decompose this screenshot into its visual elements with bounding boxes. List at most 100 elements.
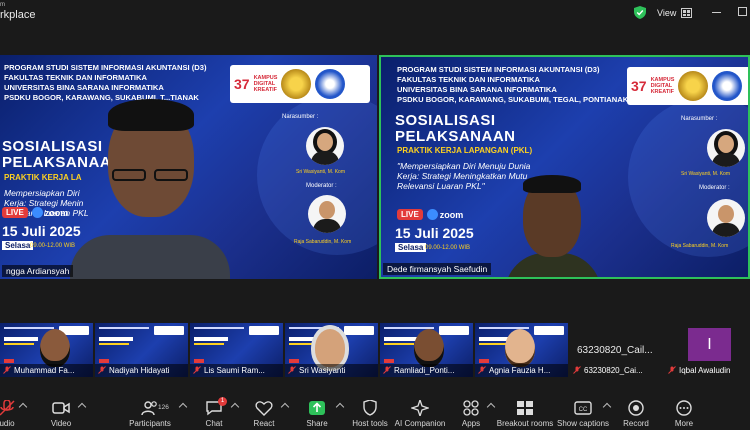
logo-37: 37: [631, 78, 647, 94]
participant-face: [40, 329, 70, 367]
slide-header: PROGRAM STUDI SISTEM INFORMASI AKUNTANSI…: [4, 63, 207, 103]
zoom-text: zoom: [439, 209, 464, 220]
slide-logos: 37 KAMPUS DIGITAL KREATIF: [230, 65, 370, 103]
slide-time: 09.00-12.00 WIB: [425, 245, 471, 251]
seal-logo-icon: [281, 69, 312, 99]
grid-view-icon: [681, 8, 693, 18]
mic-off-icon: [193, 366, 201, 374]
participants-button[interactable]: Participants: [128, 392, 172, 430]
gallery-name: Iqbal Awaludin: [679, 366, 731, 375]
chat-unread-badge: 1: [218, 397, 227, 406]
gallery-thumb[interactable]: Agnia Fauzia H...: [475, 323, 568, 377]
toolbar-label: Show captions: [556, 419, 610, 428]
video-tile-ngga[interactable]: PROGRAM STUDI SISTEM INFORMASI AKUNTANSI…: [0, 55, 377, 279]
participant-nameplate: ngga Ardiansyah: [2, 265, 74, 277]
gallery-big-name: 63230820_Cail...: [577, 345, 653, 356]
gallery-thumb[interactable]: Sri Wasiyanti: [285, 323, 378, 377]
live-badge: LIVE: [397, 209, 423, 220]
slide-header-line: PSDKU BOGOR, KARAWANG, SUKABUMI, TEGAL, …: [397, 95, 629, 104]
participant-face: [414, 329, 444, 367]
breakout-rooms-button[interactable]: Breakout rooms: [496, 392, 554, 430]
gallery-thumb[interactable]: Lis Saumi Ram...: [190, 323, 283, 377]
participant-face: [315, 329, 345, 367]
encryption-shield-icon[interactable]: [634, 6, 646, 19]
zoom-logo: zoom: [31, 207, 69, 218]
toolbar-label: Host tools: [352, 419, 388, 428]
chevron-up-icon[interactable]: [18, 402, 28, 412]
ai-companion-button[interactable]: AI Companion: [394, 392, 446, 430]
chevron-up-icon[interactable]: [178, 402, 188, 412]
mic-off-icon: [383, 366, 391, 374]
toolbar-label: Record: [623, 419, 649, 428]
show-captions-button[interactable]: CC Show captions: [556, 392, 610, 430]
toolbar-label: More: [674, 419, 694, 428]
view-button[interactable]: View: [657, 5, 693, 21]
svg-text:CC: CC: [579, 407, 588, 413]
slide-quote: "Mempersiapkan Diri Menuju Dunia Kerja: …: [397, 161, 530, 191]
maximize-icon[interactable]: [738, 7, 747, 16]
react-button[interactable]: React: [252, 392, 276, 430]
moderator-name: Raja Sabaruddin, M. Kom: [294, 239, 352, 245]
host-tools-button[interactable]: Host tools: [352, 392, 388, 430]
slide-header-line: UNIVERSITAS BINA SARANA INFORMATIKA: [397, 85, 557, 94]
share-icon: [309, 401, 325, 415]
live-zoom-badge: LIVE zoom: [397, 209, 463, 220]
slide-title-line: PELAKSANAAN: [2, 154, 123, 171]
zoom-text: zoom: [44, 207, 69, 218]
mic-off-icon: [3, 366, 11, 374]
minimize-icon[interactable]: [712, 12, 721, 13]
gallery-thumb[interactable]: I Iqbal Awaludin: [665, 323, 750, 377]
share-button[interactable]: Share: [304, 392, 330, 430]
mic-off-icon: [573, 366, 581, 374]
participant-count: 126: [158, 404, 169, 411]
slide-subtitle: PRAKTIK KERJA LAPANGAN (PKL): [397, 146, 533, 155]
moderator-name: Raja Sabaruddin, M. Kom: [671, 243, 729, 249]
toolbar-label: AI Companion: [394, 419, 446, 428]
chat-button[interactable]: 1 Chat: [204, 392, 227, 430]
gallery-thumb[interactable]: Nadiyah Hidayati: [95, 323, 188, 377]
chevron-up-icon[interactable]: [335, 402, 345, 412]
toolbar-label: Share: [306, 419, 328, 428]
record-icon: [628, 400, 644, 416]
moderator-photo: [308, 195, 346, 233]
gallery-thumb[interactable]: Ramliadi_Ponti...: [380, 323, 473, 377]
chevron-up-icon[interactable]: [280, 402, 290, 412]
slide-header-line: PROGRAM STUDI SISTEM INFORMASI AKUNTANSI…: [4, 63, 207, 72]
gallery-thumb[interactable]: Muhammad Fa...: [0, 323, 93, 377]
slide-header-line: UNIVERSITAS BINA SARANA INFORMATIKA: [4, 83, 164, 92]
slide-day: Selasa: [2, 241, 34, 250]
chevron-up-icon[interactable]: [486, 402, 496, 412]
participant-avatar: I: [688, 328, 731, 361]
mic-off-icon: [288, 366, 296, 374]
camera-dot-icon: [31, 207, 43, 218]
participant-nameplate: Dede firmansyah Saefudin: [383, 263, 492, 275]
moderator-photo: [707, 199, 745, 237]
toolbar-label: React: [253, 419, 275, 428]
toolbar-label: Breakout rooms: [496, 419, 554, 428]
mic-off-icon: [668, 366, 676, 374]
chevron-up-icon[interactable]: [77, 402, 87, 412]
gallery-name: Nadiyah Hidayati: [95, 364, 188, 377]
moderator-label: Moderator :: [306, 183, 337, 189]
toolbar-label: Video: [50, 419, 72, 428]
university-logo-icon: [712, 71, 743, 101]
app-title-text: rkplace: [0, 9, 36, 21]
moderator-label: Moderator :: [699, 185, 730, 191]
slide-logos: 37 KAMPUS DIGITAL KREATIF: [627, 67, 748, 105]
gallery-thumb[interactable]: 63230820_Cail... 63230820_Cai...: [570, 323, 663, 377]
slide-header-line: PROGRAM STUDI SISTEM INFORMASI AKUNTANSI…: [397, 65, 600, 74]
more-button[interactable]: More: [672, 392, 696, 430]
video-tile-dede[interactable]: PROGRAM STUDI SISTEM INFORMASI AKUNTANSI…: [379, 55, 750, 279]
narasumber-label: Narasumber :: [282, 114, 319, 120]
zoom-logo: zoom: [426, 209, 464, 220]
toolbar-label: udio: [0, 419, 15, 428]
zoom-meeting-window: m rkplace View PROGRAM STUDI SISTEM INFO…: [0, 0, 750, 430]
chevron-up-icon[interactable]: [230, 402, 240, 412]
slide-header: PROGRAM STUDI SISTEM INFORMASI AKUNTANSI…: [397, 65, 628, 105]
slide-quote-line: "Mempersiapkan Diri Menuju Dunia: [397, 161, 531, 171]
audio-button[interactable]: udio: [0, 392, 18, 430]
video-button[interactable]: Video: [48, 392, 74, 430]
record-button[interactable]: Record: [622, 392, 650, 430]
apps-button[interactable]: Apps: [460, 392, 482, 430]
slide-quote-line: Kerja: Strategi Meningkatkan Mutu: [397, 171, 528, 181]
